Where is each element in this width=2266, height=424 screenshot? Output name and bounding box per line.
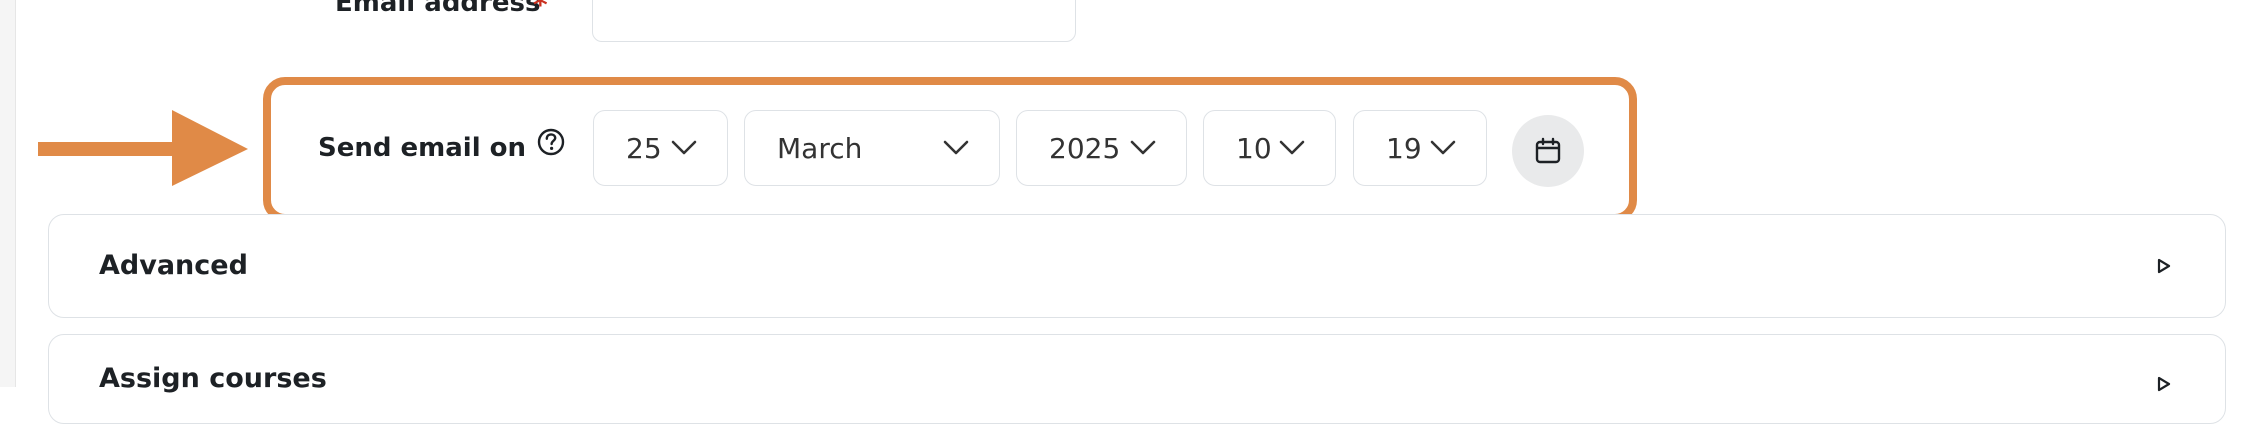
assign-courses-section[interactable]: Assign courses [48,334,2226,424]
left-gutter [0,0,16,387]
advanced-section-title: Advanced [99,250,248,281]
chevron-down-icon [943,140,969,155]
email-address-input[interactable] [592,0,1076,42]
hour-select[interactable]: 10 [1203,110,1336,186]
calendar-icon [1535,137,1561,164]
send-email-on-label: Send email on [318,133,527,163]
hour-value: 10 [1236,131,1272,165]
chevron-down-icon [1279,140,1305,155]
chevron-down-icon [1130,140,1156,155]
caret-right-icon[interactable] [2157,258,2171,274]
email-address-row: Email address * [0,0,1200,44]
annotation-arrow [38,110,248,186]
chevron-down-icon [671,140,697,155]
required-marker: * [533,0,548,21]
assign-courses-section-title: Assign courses [99,363,327,394]
day-value: 25 [626,131,662,165]
minute-select[interactable]: 19 [1353,110,1487,186]
month-value: March [777,131,863,165]
email-address-label: Email address [335,0,541,18]
calendar-button[interactable] [1512,115,1584,187]
caret-right-icon[interactable] [2157,376,2171,392]
year-select[interactable]: 2025 [1016,110,1187,186]
month-select[interactable]: March [744,110,1000,186]
minute-value: 19 [1386,131,1422,165]
advanced-section[interactable]: Advanced [48,214,2226,318]
day-select[interactable]: 25 [593,110,728,186]
question-circle-icon[interactable] [536,127,566,157]
year-value: 2025 [1049,131,1121,165]
chevron-down-icon [1430,140,1456,155]
